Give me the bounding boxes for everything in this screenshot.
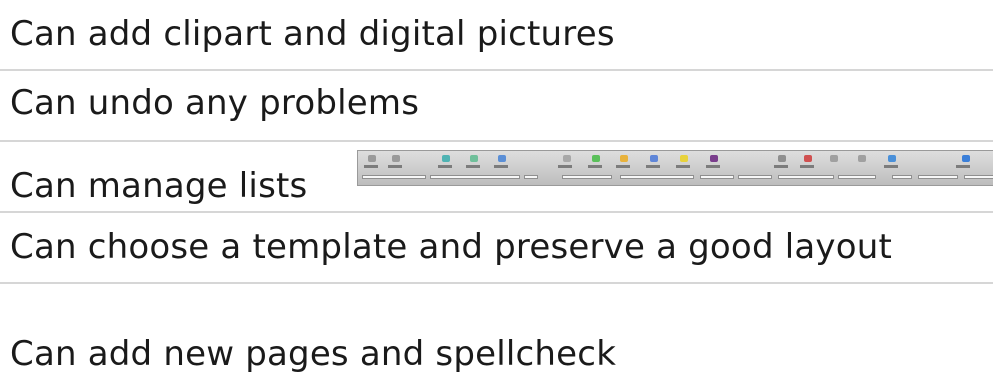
- toolbar-icon: [710, 155, 718, 162]
- toolbar-icon: [650, 155, 658, 162]
- toolbar-icon: [888, 155, 896, 162]
- toolbar-label-mark: [646, 165, 660, 168]
- toolbar-field: [620, 175, 694, 179]
- toolbar-field: [964, 175, 993, 179]
- feature-list: Can add clipart and digital pictures Can…: [0, 0, 993, 374]
- toolbar-label-mark: [388, 165, 402, 168]
- toolbar-icon: [470, 155, 478, 162]
- toolbar-icon: [620, 155, 628, 162]
- list-item-label: Can undo any problems: [10, 83, 420, 123]
- list-item: Can add clipart and digital pictures: [0, 0, 993, 71]
- toolbar-icon: [592, 155, 600, 162]
- list-item: Can manage lists: [0, 142, 993, 213]
- toolbar-label-mark: [494, 165, 508, 168]
- toolbar-label-mark: [466, 165, 480, 168]
- toolbar-screenshot-image: [357, 150, 993, 186]
- toolbar-icon: [804, 155, 812, 162]
- toolbar-field: [892, 175, 912, 179]
- toolbar-icon: [563, 155, 571, 162]
- list-item-label: Can add clipart and digital pictures: [10, 14, 615, 54]
- toolbar-field: [738, 175, 772, 179]
- toolbar-icon: [442, 155, 450, 162]
- toolbar-field: [524, 175, 538, 179]
- toolbar-icon: [498, 155, 506, 162]
- toolbar-label-mark: [774, 165, 788, 168]
- toolbar-label-mark: [558, 165, 572, 168]
- list-item-label: Can add new pages and spellcheck: [10, 334, 617, 374]
- list-item: Can choose a template and preserve a goo…: [0, 213, 993, 284]
- list-item-label: Can manage lists: [10, 166, 308, 206]
- toolbar-icon: [830, 155, 838, 162]
- toolbar-icon: [858, 155, 866, 162]
- toolbar-label-mark: [588, 165, 602, 168]
- toolbar-label-mark: [884, 165, 898, 168]
- toolbar-label-mark: [800, 165, 814, 168]
- toolbar-label-mark: [956, 165, 970, 168]
- toolbar-field: [918, 175, 958, 179]
- toolbar-field: [362, 175, 426, 179]
- toolbar-field: [838, 175, 876, 179]
- toolbar-icon: [680, 155, 688, 162]
- toolbar-icon: [368, 155, 376, 162]
- toolbar-icon: [778, 155, 786, 162]
- toolbar-icon: [962, 155, 970, 162]
- toolbar-label-mark: [364, 165, 378, 168]
- toolbar-label-mark: [616, 165, 630, 168]
- list-item: Can undo any problems: [0, 71, 993, 142]
- toolbar-label-mark: [676, 165, 690, 168]
- toolbar-field: [430, 175, 520, 179]
- toolbar-label-mark: [706, 165, 720, 168]
- toolbar-field: [700, 175, 734, 179]
- toolbar-field: [778, 175, 834, 179]
- toolbar-label-mark: [438, 165, 452, 168]
- list-item: Can add new pages and spellcheck: [0, 284, 993, 374]
- list-item-label: Can choose a template and preserve a goo…: [10, 227, 893, 267]
- toolbar-field: [562, 175, 612, 179]
- toolbar-icon: [392, 155, 400, 162]
